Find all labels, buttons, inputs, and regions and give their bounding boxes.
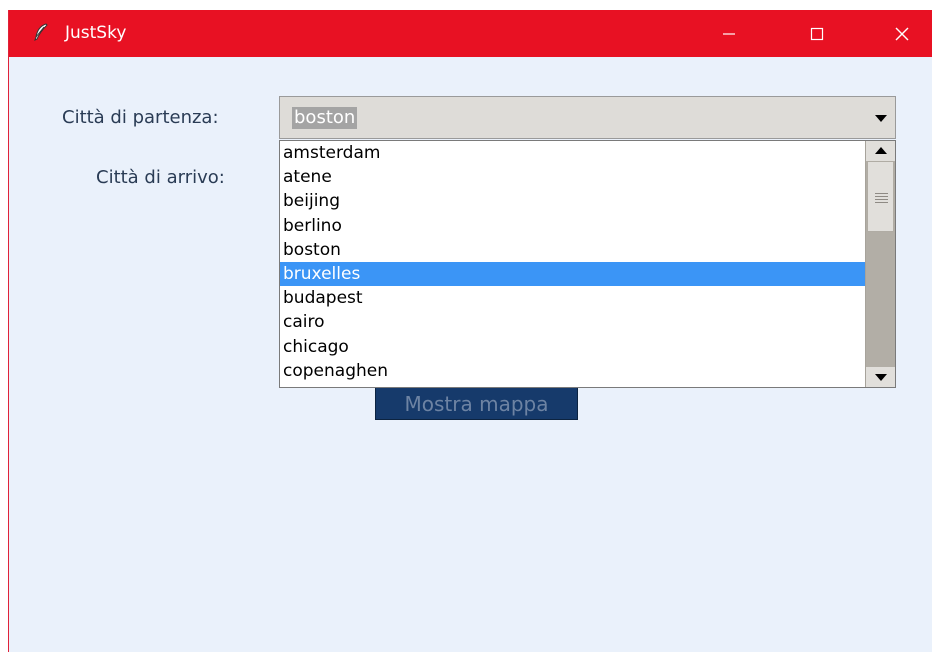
arrival-city-label: Città di arrivo:: [96, 167, 225, 188]
feather-icon: [31, 22, 51, 42]
list-item[interactable]: cairo: [280, 310, 865, 334]
close-icon: [895, 27, 909, 40]
close-button[interactable]: [879, 10, 925, 57]
list-item[interactable]: berlino: [280, 214, 865, 238]
departure-city-value[interactable]: boston: [292, 107, 358, 129]
minimize-icon: [723, 32, 735, 35]
maximize-icon: [810, 27, 824, 40]
departure-city-label: Città di partenza:: [62, 107, 219, 128]
grip-line: [875, 199, 888, 200]
dropdown-scrollbar[interactable]: [865, 141, 895, 387]
list-item[interactable]: atene: [280, 165, 865, 189]
arrow-down-icon: [874, 374, 887, 381]
title-bar[interactable]: JustSky: [9, 10, 932, 57]
chevron-down-icon[interactable]: [867, 97, 895, 138]
list-item[interactable]: amsterdam: [280, 141, 865, 165]
scroll-down-button[interactable]: [866, 367, 895, 387]
grip-line: [875, 202, 888, 203]
scrollbar-thumb[interactable]: [867, 161, 894, 232]
grip-line: [875, 193, 888, 194]
city-listbox[interactable]: amsterdam atene beijing berlino boston b…: [280, 141, 865, 387]
scroll-up-button[interactable]: [866, 141, 895, 161]
app-window: JustSky Città di partenza: Città di arri…: [8, 10, 932, 652]
window-title: JustSky: [65, 23, 127, 43]
minimize-button[interactable]: [706, 10, 752, 57]
list-item[interactable]: budapest: [280, 286, 865, 310]
list-item[interactable]: boston: [280, 238, 865, 262]
list-item[interactable]: beijing: [280, 189, 865, 213]
departure-city-combobox[interactable]: boston: [279, 96, 896, 139]
list-item[interactable]: chicago: [280, 335, 865, 359]
grip-line: [875, 196, 888, 197]
list-item[interactable]: copenaghen: [280, 359, 865, 383]
maximize-button[interactable]: [794, 10, 840, 57]
city-dropdown-list[interactable]: amsterdam atene beijing berlino boston b…: [279, 140, 896, 388]
list-item-highlighted[interactable]: bruxelles: [280, 261, 865, 287]
arrow-up-icon: [874, 147, 887, 154]
